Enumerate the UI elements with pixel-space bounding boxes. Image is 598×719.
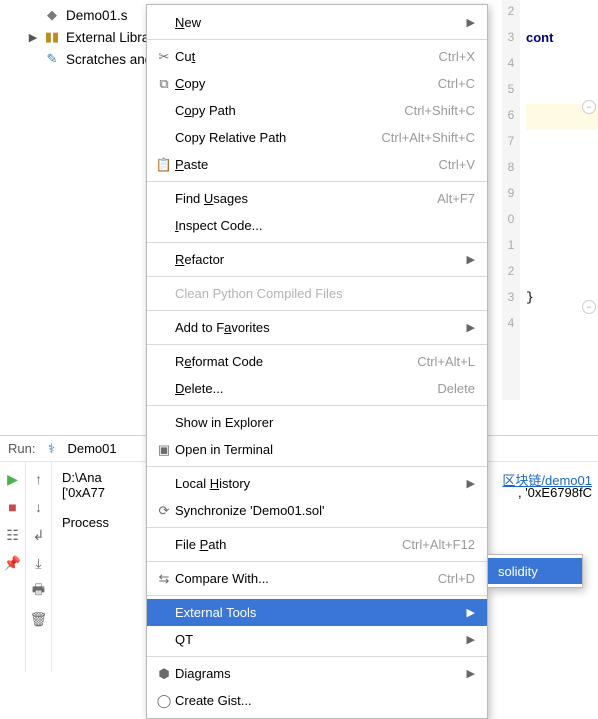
menu-add-favorites[interactable]: Add to Favorites▶ <box>147 314 487 341</box>
menu-copy[interactable]: ⧉CopyCtrl+C <box>147 70 487 97</box>
chevron-right-icon: ▶ <box>467 606 475 619</box>
chevron-right-icon: ▶ <box>467 477 475 490</box>
scroll-button[interactable]: ⤓ <box>30 554 48 572</box>
tree-file-label: Demo01.s <box>66 8 128 23</box>
ethereum-icon: ◆ <box>44 7 60 23</box>
print-button[interactable]: 🖶 <box>30 582 48 600</box>
tree-scratches-label: Scratches and <box>66 52 152 67</box>
menu-paste[interactable]: 📋PasteCtrl+V <box>147 151 487 178</box>
menu-show-explorer[interactable]: Show in Explorer <box>147 409 487 436</box>
menu-reformat-code[interactable]: Reformat CodeCtrl+Alt+L <box>147 348 487 375</box>
chevron-right-icon: ▶ <box>467 633 475 646</box>
pin-button[interactable]: 📌 <box>4 554 22 572</box>
editor-gutter: 234 567 890 123 4 <box>502 0 520 400</box>
up-button[interactable]: ↑ <box>30 470 48 488</box>
external-tools-submenu: solidity <box>487 554 583 588</box>
python-icon: ⚕ <box>43 441 59 457</box>
editor-code[interactable]: cont } <box>526 0 598 312</box>
run-toolbar-left: ▶ ■ ☷ 📌 <box>0 462 26 672</box>
menu-local-history[interactable]: Local History▶ <box>147 470 487 497</box>
terminal-icon: ▣ <box>153 442 175 458</box>
menu-refactor[interactable]: Refactor▶ <box>147 246 487 273</box>
menu-qt[interactable]: QT▶ <box>147 626 487 653</box>
menu-compare-with[interactable]: ⇆Compare With...Ctrl+D <box>147 565 487 592</box>
github-icon: ◯ <box>153 693 175 709</box>
tree-ext-libs-label: External Libra <box>66 30 149 45</box>
context-menu: New▶ ✂CutCtrl+X ⧉CopyCtrl+C Copy PathCtr… <box>146 4 488 719</box>
chevron-right-icon: ▶ <box>467 16 475 29</box>
menu-synchronize[interactable]: ⟳Synchronize 'Demo01.sol' <box>147 497 487 524</box>
sync-icon: ⟳ <box>153 503 175 519</box>
menu-copy-path[interactable]: Copy PathCtrl+Shift+C <box>147 97 487 124</box>
submenu-solidity[interactable]: solidity <box>488 558 582 584</box>
menu-find-usages[interactable]: Find UsagesAlt+F7 <box>147 185 487 212</box>
scratches-icon: ✎ <box>44 51 60 67</box>
menu-cut[interactable]: ✂CutCtrl+X <box>147 43 487 70</box>
fold-icon[interactable]: − <box>582 300 596 314</box>
menu-external-tools[interactable]: External Tools▶ <box>147 599 487 626</box>
run-config-name[interactable]: Demo01 <box>67 441 116 456</box>
menu-copy-relative-path[interactable]: Copy Relative PathCtrl+Alt+Shift+C <box>147 124 487 151</box>
library-icon: ▮▮ <box>44 29 60 45</box>
rerun-button[interactable]: ▶ <box>4 470 22 488</box>
editor-area[interactable]: 234 567 890 123 4 cont } − − <box>502 0 598 400</box>
compare-icon: ⇆ <box>153 571 175 587</box>
menu-delete[interactable]: Delete...Delete <box>147 375 487 402</box>
menu-create-gist[interactable]: ◯Create Gist... <box>147 687 487 714</box>
cut-icon: ✂ <box>153 49 175 65</box>
menu-new[interactable]: New▶ <box>147 9 487 36</box>
menu-open-terminal[interactable]: ▣Open in Terminal <box>147 436 487 463</box>
menu-inspect-code[interactable]: Inspect Code... <box>147 212 487 239</box>
menu-clean-python: Clean Python Compiled Files <box>147 280 487 307</box>
chevron-right-icon: ▶ <box>28 31 38 44</box>
stop-button[interactable]: ■ <box>4 498 22 516</box>
layout-button[interactable]: ☷ <box>4 526 22 544</box>
diagrams-icon: ⬢ <box>153 666 175 682</box>
menu-file-path[interactable]: File PathCtrl+Alt+F12 <box>147 531 487 558</box>
fold-icon[interactable]: − <box>582 100 596 114</box>
run-label: Run: <box>8 441 35 456</box>
copy-icon: ⧉ <box>153 76 175 92</box>
trash-button[interactable]: 🗑 <box>30 610 48 628</box>
chevron-right-icon: ▶ <box>467 667 475 680</box>
menu-diagrams[interactable]: ⬢Diagrams▶ <box>147 660 487 687</box>
chevron-right-icon: ▶ <box>467 253 475 266</box>
wrap-button[interactable]: ↲ <box>30 526 48 544</box>
paste-icon: 📋 <box>153 157 175 173</box>
run-toolbar-mid: ↑ ↓ ↲ ⤓ 🖶 🗑 <box>26 462 52 672</box>
down-button[interactable]: ↓ <box>30 498 48 516</box>
chevron-right-icon: ▶ <box>467 321 475 334</box>
